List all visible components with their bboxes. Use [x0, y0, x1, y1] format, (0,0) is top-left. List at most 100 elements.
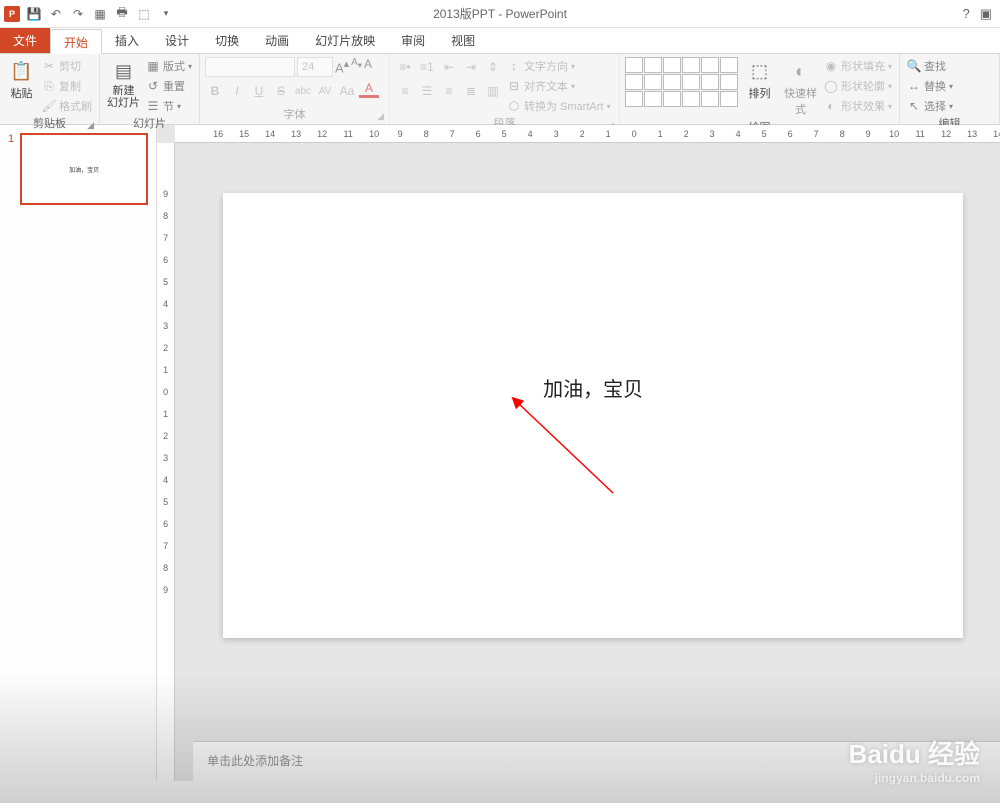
ribbon-tabs: 文件 开始 插入 设计 切换 动画 幻灯片放映 审阅 视图 — [0, 28, 1000, 53]
find-button[interactable]: 🔍查找 — [905, 57, 955, 75]
clear-format-icon[interactable]: A — [364, 57, 372, 77]
tab-animations[interactable]: 动画 — [252, 28, 302, 53]
shape-outline-label: 形状轮廓 — [841, 78, 885, 94]
select-button[interactable]: ↖选择▾ — [905, 97, 955, 115]
bullets-icon[interactable]: ≡• — [395, 57, 415, 77]
shape-curve[interactable] — [625, 91, 643, 107]
tab-design[interactable]: 设计 — [152, 28, 202, 53]
layout-button[interactable]: ▦版式▾ — [144, 57, 194, 75]
shape-oval[interactable] — [663, 57, 681, 73]
shape-more1[interactable] — [720, 57, 738, 73]
shape-line[interactable] — [625, 57, 643, 73]
shape-rect[interactable] — [644, 57, 662, 73]
shape-more2[interactable] — [720, 74, 738, 90]
font-family-input[interactable] — [205, 57, 295, 77]
shape-eq[interactable] — [701, 91, 719, 107]
reset-button[interactable]: ↺重置 — [144, 77, 194, 95]
align-left-icon[interactable]: ≡ — [395, 81, 415, 101]
tab-file[interactable]: 文件 — [0, 28, 50, 53]
shape-connector[interactable] — [625, 74, 643, 90]
shadow-button[interactable]: abc — [293, 81, 313, 101]
increase-indent-icon[interactable]: ⇥ — [461, 57, 481, 77]
redo-icon[interactable]: ↷ — [70, 6, 86, 22]
arrange-button[interactable]: ⬚排列 — [740, 57, 779, 103]
columns-icon[interactable]: ▥ — [483, 81, 503, 101]
tab-home[interactable]: 开始 — [50, 29, 102, 54]
replace-button[interactable]: ↔替换▾ — [905, 77, 955, 95]
shape-fill-button[interactable]: ◉形状填充▾ — [822, 57, 894, 75]
group-drawing: ⬚排列 ◐快速样式 ◉形状填充▾ ◯形状轮廓▾ ◐形状效果▾ 绘图◢ — [620, 54, 900, 124]
paste-button[interactable]: 📋 粘贴 — [5, 57, 38, 103]
watermark-url: jingyan.baidu.com — [849, 771, 980, 785]
strike-button[interactable]: S — [271, 81, 291, 101]
justify-icon[interactable]: ≣ — [461, 81, 481, 101]
shape-block[interactable] — [682, 91, 700, 107]
shape-tri[interactable] — [701, 57, 719, 73]
smartart-button[interactable]: ⬡转换为 SmartArt▾ — [505, 97, 612, 115]
italic-button[interactable]: I — [227, 81, 247, 101]
shape-arrow[interactable] — [682, 57, 700, 73]
brush-icon: 🖌 — [42, 99, 56, 113]
align-center-icon[interactable]: ☰ — [417, 81, 437, 101]
font-launcher-icon[interactable]: ◢ — [377, 111, 384, 122]
save-icon[interactable]: 💾 — [26, 6, 42, 22]
shape-free[interactable] — [644, 91, 662, 107]
decrease-indent-icon[interactable]: ⇤ — [439, 57, 459, 77]
align-text-label: 对齐文本 — [524, 78, 568, 94]
align-text-button[interactable]: ⊟对齐文本▾ — [505, 77, 612, 95]
thumbnail-preview[interactable]: 加油，宝贝 — [20, 133, 148, 205]
line-spacing-icon[interactable]: ⇕ — [483, 57, 503, 77]
effects-icon: ◐ — [824, 99, 838, 113]
slide-canvas[interactable]: 加油，宝贝 — [223, 193, 963, 638]
case-button[interactable]: Aa — [337, 81, 357, 101]
slide-area: 加油，宝贝 单击此处添加备注 — [175, 143, 1000, 781]
shape-expand[interactable] — [720, 91, 738, 107]
print-icon[interactable]: 🖶 — [114, 6, 130, 22]
fill-icon: ◉ — [824, 59, 838, 73]
tab-insert[interactable]: 插入 — [102, 28, 152, 53]
underline-button[interactable]: U — [249, 81, 269, 101]
shape-brace[interactable] — [644, 74, 662, 90]
help-icon[interactable]: ? — [962, 6, 969, 22]
shapes-gallery[interactable] — [625, 57, 738, 107]
shape-outline-button[interactable]: ◯形状轮廓▾ — [822, 77, 894, 95]
numbering-icon[interactable]: ≡1 — [417, 57, 437, 77]
font-group-label: 字体◢ — [205, 106, 384, 124]
increase-font-icon[interactable]: A▴ — [335, 57, 349, 77]
shape-action[interactable] — [701, 74, 719, 90]
shape-callout[interactable] — [682, 74, 700, 90]
tab-view[interactable]: 视图 — [438, 28, 488, 53]
slide-viewport[interactable]: 加油，宝贝 — [175, 143, 1000, 735]
section-icon: ☰ — [146, 99, 160, 113]
tab-transitions[interactable]: 切换 — [202, 28, 252, 53]
reset-label: 重置 — [163, 78, 185, 94]
bold-button[interactable]: B — [205, 81, 225, 101]
clipboard-launcher-icon[interactable]: ◢ — [87, 120, 94, 131]
copy-button[interactable]: ⎘复制 — [40, 77, 94, 95]
quick-styles-button[interactable]: ◐快速样式 — [781, 57, 820, 119]
touch-mode-icon[interactable]: ⬚ — [136, 6, 152, 22]
shape-effects-button[interactable]: ◐形状效果▾ — [822, 97, 894, 115]
shape-star[interactable] — [663, 74, 681, 90]
shape-scribble[interactable] — [663, 91, 681, 107]
decrease-font-icon[interactable]: A▾ — [351, 57, 362, 77]
text-direction-button[interactable]: ↕文字方向▾ — [505, 57, 612, 75]
section-button[interactable]: ☰节▾ — [144, 97, 194, 115]
new-slide-button[interactable]: ▤ 新建 幻灯片 — [105, 57, 142, 111]
window-title: 2013版PPT - PowerPoint — [433, 5, 567, 22]
tab-slideshow[interactable]: 幻灯片放映 — [302, 28, 388, 53]
cut-button[interactable]: ✂剪切 — [40, 57, 94, 75]
format-painter-button[interactable]: 🖌格式刷 — [40, 97, 94, 115]
thumbnail-item[interactable]: 1 加油，宝贝 — [8, 133, 148, 205]
align-right-icon[interactable]: ≡ — [439, 81, 459, 101]
tab-review[interactable]: 审阅 — [388, 28, 438, 53]
smartart-icon: ⬡ — [507, 99, 521, 113]
font-size-input[interactable] — [297, 57, 333, 77]
font-color-button[interactable]: A — [359, 81, 379, 98]
replace-icon: ↔ — [907, 79, 921, 93]
undo-icon[interactable]: ↶ — [48, 6, 64, 22]
slideshow-icon[interactable]: ▦ — [92, 6, 108, 22]
spacing-button[interactable]: AV — [315, 81, 335, 101]
ribbon-display-icon[interactable]: ▣ — [980, 6, 992, 22]
qat-more-icon[interactable]: ▾ — [158, 6, 174, 22]
